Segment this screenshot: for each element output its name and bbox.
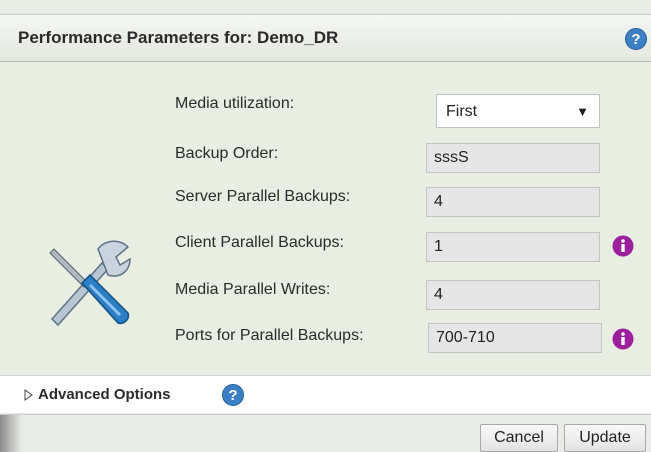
dialog-body: Media utilization: First ▼ Backup Order:… [0, 63, 651, 372]
performance-parameters-dialog: Performance Parameters for: Demo_DR ? Me… [0, 0, 651, 452]
server-parallel-backups-label: Server Parallel Backups: [175, 188, 351, 205]
advanced-options-toggle[interactable]: Advanced Options ? [0, 375, 651, 413]
client-parallel-backups-field[interactable]: 1 [426, 232, 600, 262]
update-button[interactable]: Update [564, 424, 646, 452]
row-server-parallel-backups: Server Parallel Backups: 4 [0, 183, 651, 217]
chevron-down-icon: ▼ [576, 104, 589, 119]
media-parallel-writes-field[interactable]: 4 [426, 280, 600, 310]
row-media-parallel-writes: Media Parallel Writes: 4 [0, 277, 651, 310]
svg-text:?: ? [631, 31, 640, 48]
dialog-title: Performance Parameters for: Demo_DR [18, 28, 339, 47]
backup-order-field[interactable]: sssS [426, 143, 600, 173]
backup-order-label: Backup Order: [175, 145, 279, 162]
row-backup-order: Backup Order: sssS [0, 141, 651, 173]
ports-parallel-backups-label: Ports for Parallel Backups: [175, 327, 364, 344]
help-icon[interactable]: ? [625, 28, 647, 50]
cancel-button[interactable]: Cancel [480, 424, 558, 452]
advanced-options-label[interactable]: Advanced Options [38, 386, 171, 403]
ports-parallel-backups-field[interactable]: 700-710 [428, 323, 602, 353]
row-client-parallel-backups: Client Parallel Backups: 1 [0, 230, 651, 262]
media-utilization-label: Media utilization: [175, 95, 295, 112]
media-utilization-value: First [446, 103, 478, 120]
media-utilization-select[interactable]: First ▼ [436, 94, 600, 128]
row-media-utilization: Media utilization: First ▼ [0, 88, 651, 128]
row-ports-parallel-backups: Ports for Parallel Backups: 700-710 [0, 323, 651, 355]
server-parallel-backups-field[interactable]: 4 [426, 187, 600, 217]
help-icon[interactable]: ? [222, 384, 244, 406]
expand-triangle-icon[interactable] [24, 389, 33, 401]
svg-text:?: ? [228, 387, 237, 404]
info-icon[interactable] [612, 328, 634, 350]
info-icon[interactable] [612, 235, 634, 257]
client-parallel-backups-label: Client Parallel Backups: [175, 234, 344, 251]
dialog-footer: Cancel Update [0, 414, 651, 452]
footer-shadow [0, 415, 22, 452]
media-parallel-writes-label: Media Parallel Writes: [175, 281, 331, 298]
dialog-title-bar: Performance Parameters for: Demo_DR ? [0, 14, 651, 62]
